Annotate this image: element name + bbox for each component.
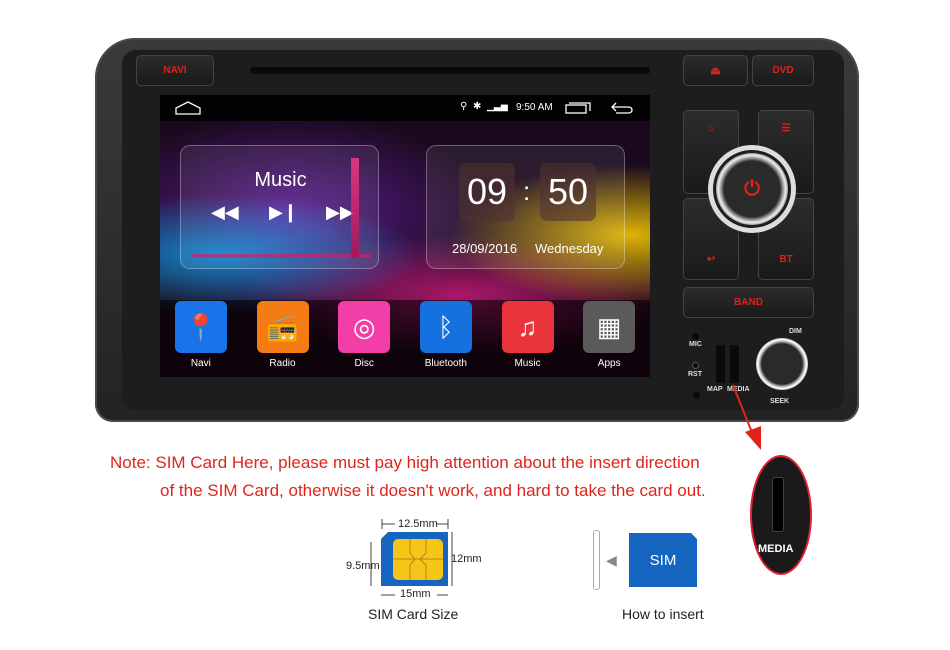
band-label: BAND <box>734 297 763 308</box>
power-icon: ⏻ <box>744 177 760 200</box>
dvd-button[interactable]: DVD <box>752 55 814 86</box>
arrow-left-icon: ◀ <box>606 552 617 568</box>
sim-size-caption: SIM Card Size <box>368 606 459 622</box>
media-slot-inset: MEDIA <box>750 455 812 575</box>
clock-minutes: 50 <box>540 163 596 221</box>
equalizer-bars <box>191 254 371 258</box>
reset-button[interactable] <box>692 362 699 369</box>
home-icon: ⌂ <box>707 123 715 134</box>
navi-label: NAVI <box>163 65 187 76</box>
disc-icon: ◎ <box>338 301 391 353</box>
apps-grid-icon: ▦ <box>583 301 636 353</box>
app-label: Navi <box>190 358 211 369</box>
dim-label: DIM <box>789 328 802 335</box>
menu-icon: ☰ <box>781 123 791 134</box>
dvd-label: DVD <box>772 65 794 76</box>
status-bar: ⚲ ✱ ▁▃▅ 9:50 AM <box>160 95 650 121</box>
app-navi[interactable]: 📍 Navi <box>160 301 242 369</box>
clock-date: 28/09/2016 <box>452 241 518 256</box>
music-note-icon: ♫ <box>501 301 554 353</box>
clock-widget: 09 : 50 28/09/2016 Wednesday <box>426 145 625 269</box>
sim-dimension-left: 9.5mm <box>346 560 380 572</box>
app-label: Radio <box>269 358 296 369</box>
app-label: Disc <box>354 358 374 369</box>
sim-dimension-bottom: 15mm <box>400 588 431 600</box>
pointer-arrow <box>732 384 761 450</box>
app-apps[interactable]: ▦ Apps <box>568 301 650 369</box>
back-icon: ↩ <box>706 254 716 265</box>
rst-label: RST <box>688 371 702 378</box>
ir-sensor <box>693 392 700 399</box>
navi-button[interactable]: NAVI <box>136 55 214 86</box>
bluetooth-icon: ᛒ <box>419 301 472 353</box>
insert-caption: How to insert <box>622 606 704 622</box>
app-label: Apps <box>597 358 621 369</box>
eject-icon: ⏏ <box>710 65 721 77</box>
media-sim-slot[interactable] <box>730 345 739 383</box>
inset-slot <box>772 477 784 532</box>
inset-media-label: MEDIA <box>758 543 794 555</box>
map-card-slot[interactable] <box>716 345 725 383</box>
mic-hole <box>692 333 699 340</box>
slot-illustration <box>593 530 600 590</box>
bluetooth-icon: ✱ <box>473 101 482 112</box>
radio-icon: 📻 <box>256 301 309 353</box>
note-line-1: Note: SIM Card Here, please must pay hig… <box>110 453 700 472</box>
back-icon[interactable] <box>610 101 634 115</box>
note-line-2: of the SIM Card, otherwise it doesn't wo… <box>160 481 706 500</box>
disc-slot <box>250 67 650 74</box>
app-label: Music <box>514 358 541 369</box>
equalizer-peak <box>351 158 359 258</box>
band-button[interactable]: BAND <box>683 287 814 318</box>
map-pin-icon: 📍 <box>174 301 227 353</box>
home-icon[interactable] <box>174 101 202 115</box>
app-bluetooth[interactable]: ᛒ Bluetooth <box>405 301 487 369</box>
play-pause-icon[interactable]: ▶❙ <box>269 202 298 223</box>
app-radio[interactable]: 📻 Radio <box>242 301 324 369</box>
power-volume-knob[interactable]: ⏻ <box>716 153 788 225</box>
clock-colon: : <box>523 176 531 206</box>
screen: ⚲ ✱ ▁▃▅ 9:50 AM Music ◀◀ ▶❙ ▶▶ 09 : 50 2… <box>160 95 650 377</box>
map-label: MAP <box>707 386 723 393</box>
recent-apps-icon[interactable] <box>565 102 591 114</box>
eject-button[interactable]: ⏏ <box>683 55 748 86</box>
app-row: 📍 Navi 📻 Radio ◎ Disc ᛒ Bluetooth ♫ Music ▦ Apps <box>160 301 650 369</box>
signal-4g-icon: ▁▃▅ <box>487 101 508 111</box>
sim-card-label: SIM <box>649 552 677 569</box>
bt-label: BT <box>779 254 793 265</box>
app-music[interactable]: ♫ Music <box>487 301 569 369</box>
music-widget[interactable]: Music ◀◀ ▶❙ ▶▶ <box>180 145 379 269</box>
rewind-icon[interactable]: ◀◀ <box>211 202 239 223</box>
clock-day: Wednesday <box>535 241 604 256</box>
fast-forward-icon[interactable]: ▶▶ <box>326 202 354 223</box>
sim-dimension-right: 12mm <box>451 553 482 565</box>
location-icon: ⚲ <box>460 101 468 112</box>
clock-hours: 09 <box>459 163 515 221</box>
seek-label: SEEK <box>770 398 790 405</box>
sim-dimension-top: 12.5mm <box>398 518 438 530</box>
app-disc[interactable]: ◎ Disc <box>323 301 405 369</box>
app-label: Bluetooth <box>424 358 467 369</box>
status-time: 9:50 AM <box>516 102 553 113</box>
mic-label: MIC <box>689 341 702 348</box>
